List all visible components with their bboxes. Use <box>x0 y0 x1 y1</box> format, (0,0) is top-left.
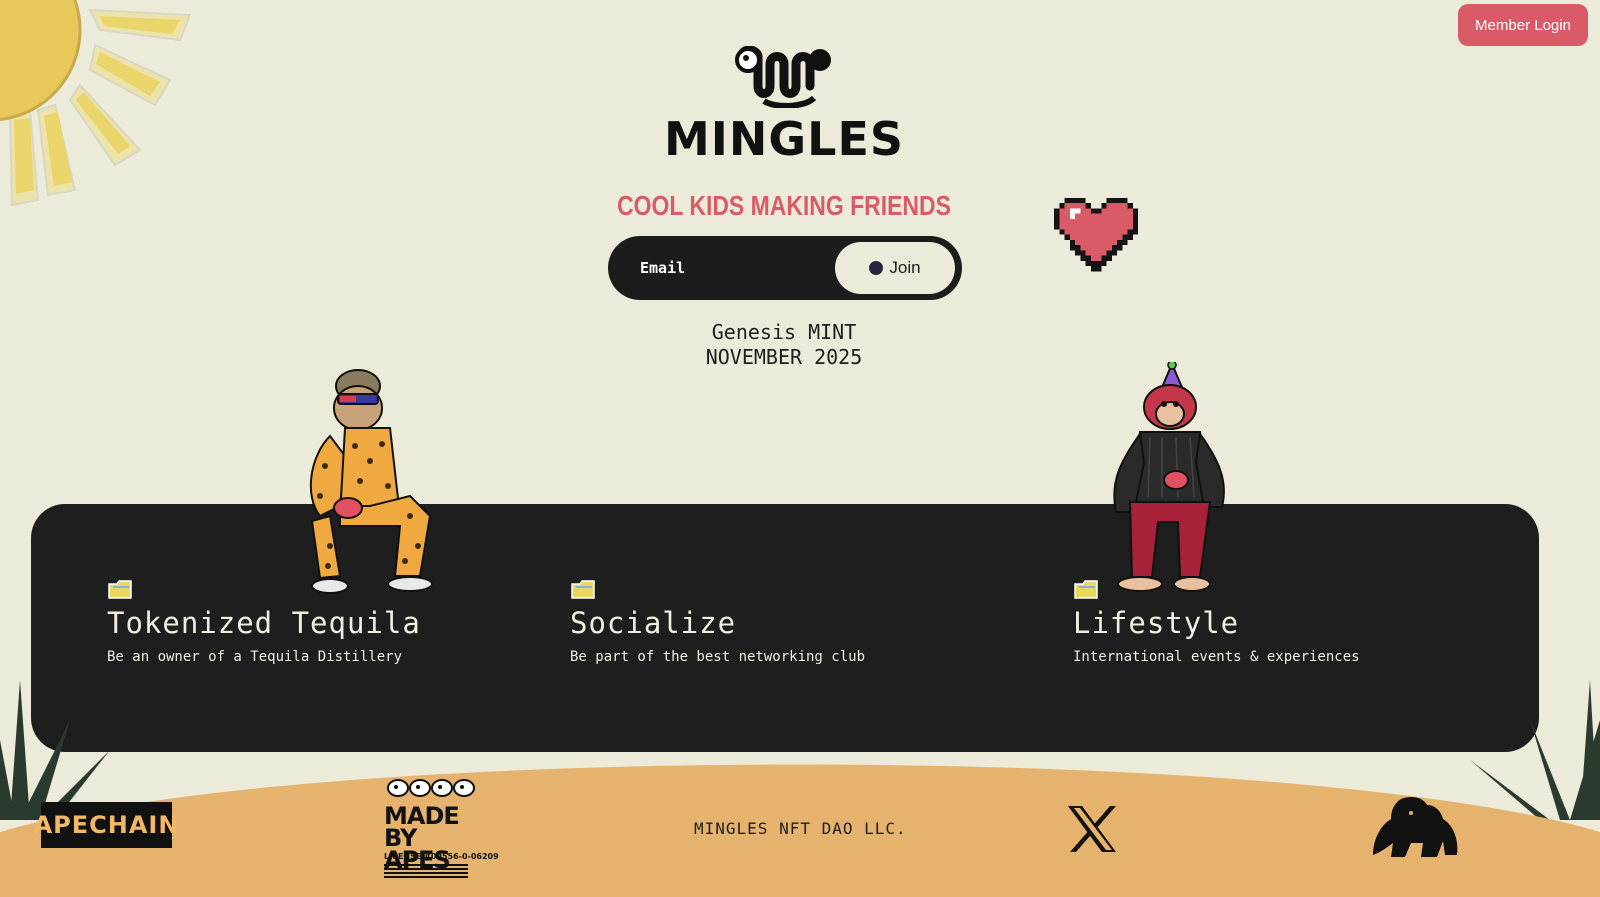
apechain-logo[interactable]: APECHAIN <box>34 802 178 848</box>
mint-announcement: Genesis MINT NOVEMBER 2025 <box>0 320 1568 370</box>
feature-title: Tokenized Tequila <box>107 606 421 640</box>
feature-description: Be an owner of a Tequila Distillery <box>107 649 403 665</box>
join-dot-icon <box>869 261 884 275</box>
join-label: Join <box>889 258 921 277</box>
sun-illustration <box>0 0 192 207</box>
join-button[interactable]: Join <box>835 242 955 294</box>
mingles-logo-icon[interactable] <box>734 46 834 108</box>
mint-line-1: Genesis MINT <box>711 320 857 344</box>
folder-icon <box>1074 580 1098 599</box>
brand-wordmark: MINGLES <box>663 112 904 166</box>
feature-description: International events & experiences <box>1073 649 1360 665</box>
made-by-apes-text: MADE BY APES <box>384 804 484 874</box>
made-by-apes-line-2: BY APES <box>384 824 451 874</box>
feature-tokenized-tequila: Tokenized Tequila Be an owner of a Tequi… <box>107 578 421 665</box>
feature-lifestyle: Lifestyle International events & experie… <box>1073 578 1360 665</box>
footer-org-name: MINGLES NFT DAO LLC. <box>694 819 907 838</box>
feature-description: Be part of the best networking club <box>570 649 866 665</box>
tagline: COOL KIDS MAKING FRIENDS <box>617 190 951 221</box>
folder-icon <box>571 580 595 599</box>
email-signup-form: Join <box>608 236 962 300</box>
pixel-heart-icon <box>1054 197 1138 272</box>
folder-icon <box>108 580 132 599</box>
party-ape-illustration <box>1113 362 1225 592</box>
x-logo-icon[interactable] <box>1066 804 1118 854</box>
feature-socialize: Socialize Be part of the best networking… <box>570 578 865 665</box>
gorilla-logo-icon[interactable] <box>1371 795 1461 860</box>
mint-line-2: NOVEMBER 2025 <box>705 345 863 369</box>
feature-title: Lifestyle <box>1073 606 1240 640</box>
email-input[interactable] <box>608 236 835 300</box>
member-login-button[interactable]: Member Login <box>1458 4 1588 46</box>
feature-title: Socialize <box>570 606 737 640</box>
license-number: LICENSE #00556-0-06209 <box>384 852 499 861</box>
leopard-ape-illustration <box>309 369 433 594</box>
